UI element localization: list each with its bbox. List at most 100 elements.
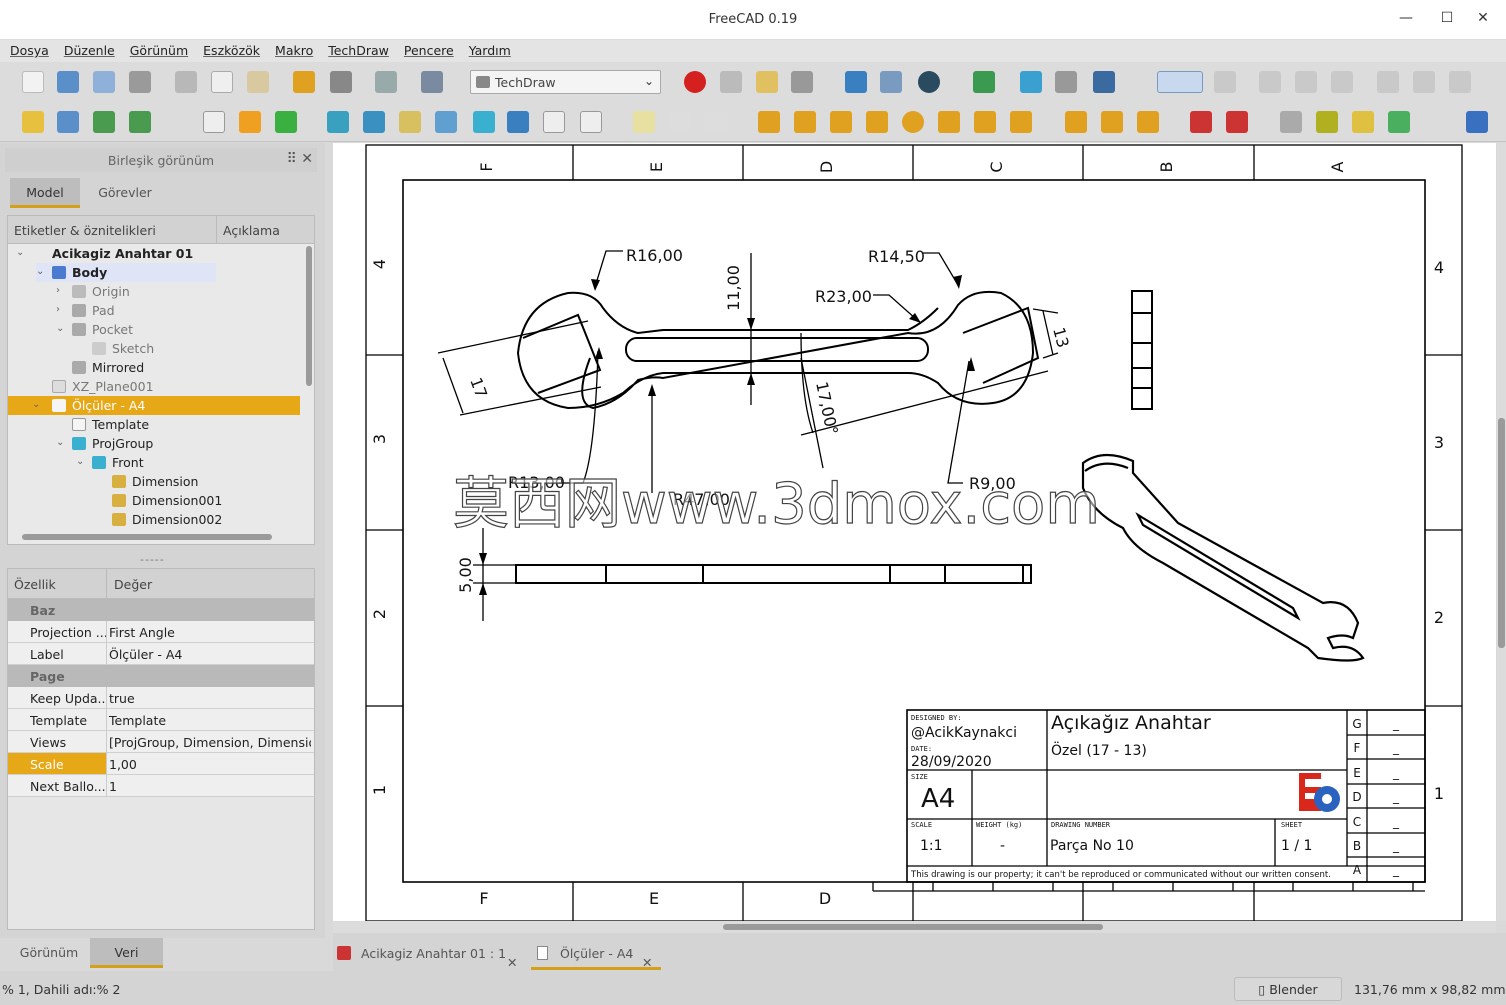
- tree-item-dimension001[interactable]: Dimension001: [112, 491, 222, 510]
- tree-item-sketch[interactable]: Sketch: [92, 339, 154, 358]
- tree-item-projgroup[interactable]: ⌄ ProjGroup: [56, 434, 153, 453]
- tree-item-template[interactable]: Template: [72, 415, 149, 434]
- dim-label-13[interactable]: 13: [1049, 325, 1073, 350]
- geom-hatch-icon[interactable]: [1316, 111, 1338, 133]
- projection-group-icon[interactable]: [399, 111, 421, 133]
- techdraw-canvas[interactable]: F E D C B A F E D 4 3 2 1 4 3 2 1 R16,00…: [333, 143, 1496, 922]
- dim-label-17[interactable]: 17: [466, 375, 491, 401]
- menu-makro[interactable]: Makro: [265, 40, 318, 58]
- menu-pencere[interactable]: Pencere: [394, 40, 459, 58]
- draw-style-icon[interactable]: [918, 71, 940, 93]
- fit-all-icon[interactable]: [845, 71, 867, 93]
- tree-item-mirrored[interactable]: Mirrored: [72, 358, 144, 377]
- undo-icon[interactable]: [293, 71, 315, 93]
- print-icon[interactable]: [129, 71, 151, 93]
- dim-label-17deg[interactable]: 17,00°: [812, 380, 842, 437]
- part-icon[interactable]: [22, 111, 44, 133]
- scroll-thumb[interactable]: [723, 924, 1103, 930]
- tree-scrollbar-vertical[interactable]: [306, 246, 312, 386]
- tab-veri[interactable]: Veri: [90, 938, 163, 968]
- tree-item-pocket[interactable]: ⌄ Pocket: [56, 320, 133, 339]
- image-icon[interactable]: [1388, 111, 1410, 133]
- menu-dosya[interactable]: Dosya: [0, 40, 54, 58]
- property-header-name[interactable]: Özellik: [14, 577, 56, 592]
- macro-run-icon[interactable]: [791, 71, 813, 93]
- fit-selection-icon[interactable]: [880, 71, 902, 93]
- dim-label-r23[interactable]: R23,00: [815, 287, 872, 306]
- maximize-button[interactable]: ☐: [1436, 10, 1458, 30]
- tree-item-origin[interactable]: › Origin: [56, 282, 130, 301]
- tree-item-dimension[interactable]: Dimension: [112, 472, 198, 491]
- left-view-icon[interactable]: [1449, 71, 1471, 93]
- draft-view-icon[interactable]: [507, 111, 529, 133]
- symbol-icon[interactable]: [1352, 111, 1374, 133]
- menu-gorunum[interactable]: Görünüm: [120, 40, 193, 58]
- close-window-button[interactable]: ✕: [1472, 10, 1494, 30]
- insert-template-page-icon[interactable]: [239, 111, 261, 133]
- annotation-icon[interactable]: [1466, 111, 1488, 133]
- open-file-icon[interactable]: [57, 71, 79, 93]
- save-file-icon[interactable]: [93, 71, 115, 93]
- export-svg-icon[interactable]: [1190, 111, 1212, 133]
- property-row-next-balloon[interactable]: Next Ballo... 1: [8, 775, 314, 797]
- balloon-icon[interactable]: [1101, 111, 1123, 133]
- diameter-dimension-icon[interactable]: [902, 111, 924, 133]
- tree-scrollbar-horizontal[interactable]: [22, 534, 272, 540]
- panel-splitter[interactable]: -----: [140, 553, 165, 566]
- front-view-icon[interactable]: [1259, 71, 1281, 93]
- tree-item-page[interactable]: ⌄ Ölçüler - A4: [8, 396, 300, 415]
- tab-gorevler[interactable]: Görevler: [90, 178, 160, 208]
- link-actions-icon[interactable]: [129, 111, 151, 133]
- dim-label-r16[interactable]: R16,00: [626, 246, 683, 265]
- tree-header-description[interactable]: Açıklama: [223, 223, 280, 238]
- tree-view-icon[interactable]: [1157, 71, 1203, 93]
- vertical-dimension-icon[interactable]: [830, 111, 852, 133]
- panel-close-icon[interactable]: ⠿ ✕: [287, 151, 313, 167]
- horizontal-dimension-icon[interactable]: [794, 111, 816, 133]
- export-dxf-icon[interactable]: [1226, 111, 1248, 133]
- tree-item-document[interactable]: ⌄ Acikagiz Anahtar 01: [16, 244, 193, 263]
- top-view-icon[interactable]: [1295, 71, 1317, 93]
- active-view-icon[interactable]: [363, 111, 385, 133]
- tree-item-front[interactable]: ⌄ Front: [76, 453, 144, 472]
- menu-techdraw[interactable]: TechDraw: [318, 40, 394, 58]
- hatch-icon[interactable]: [1280, 111, 1302, 133]
- menu-yardim[interactable]: Yardım: [459, 40, 516, 58]
- tree-item-pad[interactable]: › Pad: [56, 301, 115, 320]
- extent-dimension-icon[interactable]: [1010, 111, 1032, 133]
- arch-view-icon[interactable]: [543, 111, 565, 133]
- length-dimension-icon[interactable]: [758, 111, 780, 133]
- wrench-top-view[interactable]: [515, 564, 1032, 584]
- clip-group-icon[interactable]: [633, 111, 655, 133]
- macro-record-icon[interactable]: [684, 71, 706, 93]
- section-view-icon[interactable]: [435, 111, 457, 133]
- new-file-icon[interactable]: [22, 71, 44, 93]
- std-view-icon[interactable]: [1093, 71, 1115, 93]
- clip-remove-icon[interactable]: [705, 111, 727, 133]
- minimize-button[interactable]: —: [1395, 10, 1417, 30]
- refresh-icon[interactable]: [375, 71, 397, 93]
- tab-gorunum[interactable]: Görünüm: [10, 938, 88, 968]
- right-view-icon[interactable]: [1331, 71, 1353, 93]
- dim-label-r14-5[interactable]: R14,50: [868, 247, 925, 266]
- property-row-template[interactable]: Template Template: [8, 709, 314, 731]
- property-row-projection[interactable]: Projection ... First Angle: [8, 621, 314, 643]
- insert-page-icon[interactable]: [203, 111, 225, 133]
- angle-dimension-icon[interactable]: [938, 111, 960, 133]
- forward-arrow-icon[interactable]: [1055, 71, 1077, 93]
- link-icon[interactable]: [93, 111, 115, 133]
- wrench-side-view[interactable]: [1131, 290, 1153, 410]
- back-arrow-icon[interactable]: [1020, 71, 1042, 93]
- insert-view-icon[interactable]: [327, 111, 349, 133]
- canvas-scrollbar-vertical[interactable]: [1497, 143, 1506, 921]
- dim-label-11[interactable]: 11,00: [724, 265, 743, 311]
- property-row-views[interactable]: Views [ProjGroup, Dimension, Dimensio...: [8, 731, 314, 753]
- 3pt-angle-dimension-icon[interactable]: [974, 111, 996, 133]
- link-dimension-icon[interactable]: [1065, 111, 1087, 133]
- scroll-thumb[interactable]: [1498, 418, 1505, 648]
- redraw-page-icon[interactable]: [275, 111, 297, 133]
- detail-view-icon[interactable]: [473, 111, 495, 133]
- spreadsheet-view-icon[interactable]: [580, 111, 602, 133]
- tree-item-dimension002[interactable]: Dimension002: [112, 510, 222, 529]
- radius-dimension-icon[interactable]: [866, 111, 888, 133]
